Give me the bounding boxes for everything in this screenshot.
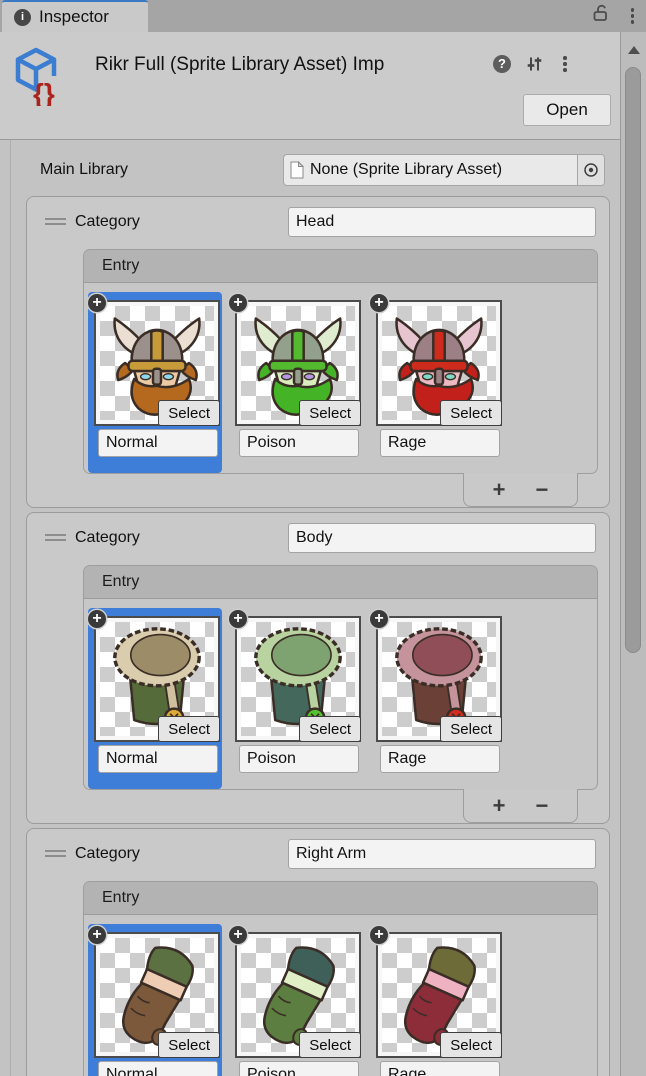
- drag-handle-icon[interactable]: [45, 534, 66, 541]
- select-button[interactable]: Select: [299, 716, 361, 742]
- entry-cell-poison[interactable]: + Select Poison: [229, 924, 363, 1076]
- entry-name-field[interactable]: Normal: [98, 1061, 218, 1076]
- sprite-thumbnail[interactable]: + Select: [376, 616, 502, 742]
- entry-list: Entry + Select Normal +: [83, 249, 598, 474]
- scroll-up-arrow-icon[interactable]: [628, 46, 640, 54]
- entry-cell-rage[interactable]: + Select Rage: [370, 608, 504, 789]
- add-sprite-icon[interactable]: +: [370, 926, 388, 944]
- main-library-row: Main Library None (Sprite Library Asset): [0, 154, 620, 186]
- open-button[interactable]: Open: [523, 94, 611, 126]
- select-button[interactable]: Select: [440, 1032, 502, 1058]
- content-left-divider: [10, 140, 11, 1076]
- category-label: Category: [75, 839, 140, 869]
- entry-cell-normal[interactable]: + Select Normal: [88, 608, 222, 789]
- add-sprite-icon[interactable]: +: [88, 294, 106, 312]
- remove-entry-button[interactable]: −: [536, 479, 549, 501]
- entry-cell-normal[interactable]: + Select Normal: [88, 924, 222, 1076]
- category-name-field[interactable]: Right Arm: [288, 839, 596, 869]
- tab-bar: i Inspector: [0, 0, 646, 32]
- entry-cell-rage[interactable]: + Select Rage: [370, 292, 504, 473]
- category-box-head: Category Head Entry + Select Normal: [26, 196, 610, 508]
- category-name-field[interactable]: Head: [288, 207, 596, 237]
- add-sprite-icon[interactable]: +: [229, 294, 247, 312]
- drag-handle-icon[interactable]: [45, 850, 66, 857]
- header-menu-kebab-icon[interactable]: [563, 56, 567, 72]
- select-button[interactable]: Select: [158, 716, 220, 742]
- sprite-library-asset-icon: {}: [12, 46, 60, 106]
- entry-header: Entry: [84, 250, 597, 283]
- category-label: Category: [75, 207, 140, 237]
- info-icon: i: [14, 9, 31, 26]
- asset-doc-icon: [290, 161, 304, 179]
- scrollbar[interactable]: [620, 32, 646, 1076]
- add-sprite-icon[interactable]: +: [88, 926, 106, 944]
- entry-name-field[interactable]: Rage: [380, 429, 500, 457]
- sprite-thumbnail[interactable]: + Select: [235, 932, 361, 1058]
- inspector-header: {} Rikr Full (Sprite Library Asset) Imp …: [0, 32, 620, 140]
- add-entry-button[interactable]: +: [493, 479, 506, 501]
- entry-name-field[interactable]: Poison: [239, 745, 359, 773]
- svg-text:{}: {}: [33, 78, 55, 106]
- sprite-thumbnail[interactable]: + Select: [235, 616, 361, 742]
- entry-cell-normal[interactable]: + Select Normal: [88, 292, 222, 473]
- remove-entry-button[interactable]: −: [536, 795, 549, 817]
- presets-icon[interactable]: [524, 54, 545, 79]
- entry-name-field[interactable]: Poison: [239, 429, 359, 457]
- add-entry-button[interactable]: +: [493, 795, 506, 817]
- category-label: Category: [75, 523, 140, 553]
- main-library-object-field[interactable]: None (Sprite Library Asset): [283, 154, 605, 186]
- entry-list-footer: + −: [463, 473, 578, 507]
- entry-cell-poison[interactable]: + Select Poison: [229, 608, 363, 789]
- help-icon[interactable]: ?: [493, 55, 511, 73]
- select-button[interactable]: Select: [440, 716, 502, 742]
- entry-name-field[interactable]: Normal: [98, 429, 218, 457]
- inspector-content: Main Library None (Sprite Library Asset): [0, 140, 620, 1076]
- add-sprite-icon[interactable]: +: [370, 294, 388, 312]
- category-box-right-arm: Category Right Arm Entry + Select Normal: [26, 828, 610, 1076]
- entry-header: Entry: [84, 566, 597, 599]
- entry-cell-rage[interactable]: + Select Rage: [370, 924, 504, 1076]
- category-box-body: Category Body Entry + Select Normal: [26, 512, 610, 824]
- sprite-thumbnail[interactable]: + Select: [94, 300, 220, 426]
- select-button[interactable]: Select: [299, 1032, 361, 1058]
- select-button[interactable]: Select: [299, 400, 361, 426]
- select-button[interactable]: Select: [158, 1032, 220, 1058]
- entry-list-footer: + −: [463, 789, 578, 823]
- entry-name-field[interactable]: Rage: [380, 1061, 500, 1076]
- add-sprite-icon[interactable]: +: [229, 610, 247, 628]
- sprite-thumbnail[interactable]: + Select: [376, 932, 502, 1058]
- sprite-thumbnail[interactable]: + Select: [235, 300, 361, 426]
- sprite-thumbnail[interactable]: + Select: [94, 932, 220, 1058]
- tabbar-menu-kebab-icon[interactable]: [631, 8, 635, 24]
- add-sprite-icon[interactable]: +: [229, 926, 247, 944]
- sprite-thumbnail[interactable]: + Select: [94, 616, 220, 742]
- add-sprite-icon[interactable]: +: [370, 610, 388, 628]
- tab-label: Inspector: [39, 7, 109, 27]
- add-sprite-icon[interactable]: +: [88, 610, 106, 628]
- unlock-icon[interactable]: [590, 3, 611, 29]
- entry-name-field[interactable]: Rage: [380, 745, 500, 773]
- inspector-window: i Inspector {} Rikr Full (Sprite Library…: [0, 0, 646, 1076]
- entry-list: Entry + Select Normal +: [83, 881, 598, 1076]
- drag-handle-icon[interactable]: [45, 218, 66, 225]
- select-button[interactable]: Select: [440, 400, 502, 426]
- main-library-value: None (Sprite Library Asset): [310, 161, 577, 179]
- entry-cell-poison[interactable]: + Select Poison: [229, 292, 363, 473]
- sprite-thumbnail[interactable]: + Select: [376, 300, 502, 426]
- main-library-label: Main Library: [40, 154, 128, 186]
- select-button[interactable]: Select: [158, 400, 220, 426]
- object-picker-icon[interactable]: [577, 155, 604, 185]
- asset-title: Rikr Full (Sprite Library Asset) Imp: [95, 54, 487, 76]
- entry-name-field[interactable]: Normal: [98, 745, 218, 773]
- scrollbar-thumb[interactable]: [625, 67, 641, 653]
- entry-list: Entry + Select Normal +: [83, 565, 598, 790]
- tab-inspector[interactable]: i Inspector: [2, 0, 148, 32]
- category-name-field[interactable]: Body: [288, 523, 596, 553]
- entry-name-field[interactable]: Poison: [239, 1061, 359, 1076]
- entry-header: Entry: [84, 882, 597, 915]
